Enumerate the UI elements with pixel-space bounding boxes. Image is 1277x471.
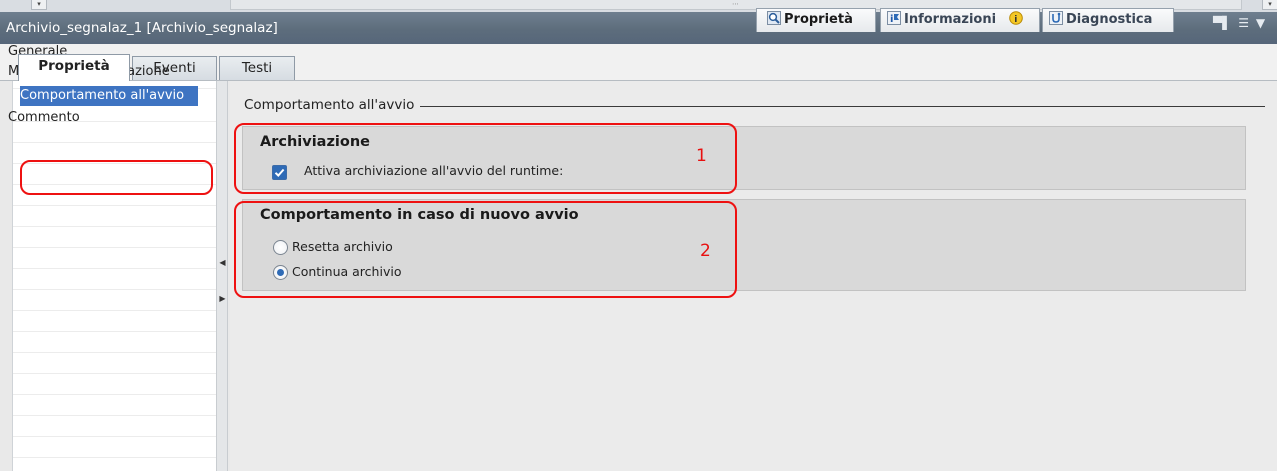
inspector-tab-label: Proprietà <box>784 12 853 27</box>
inspector-tab-diagnostica[interactable]: Diagnostica <box>1042 8 1174 32</box>
window-controls: ▀▌ ☰ ▼ <box>1213 16 1265 30</box>
info-warning-icon: i <box>1008 11 1023 25</box>
inspector-tab-label: Informazioni <box>904 12 997 27</box>
strip-scroll-down-button[interactable]: ▾ <box>31 0 47 10</box>
panel-splitter[interactable]: ◀ ▶ <box>216 81 228 471</box>
nav-item-comportamento[interactable]: Comportamento all'avvio <box>20 86 198 106</box>
window-title: Archivio_segnalaz_1 [Archivio_segnalaz] <box>6 20 278 36</box>
annotation-number-2: 2 <box>700 241 711 261</box>
annotation-highlight-nav <box>20 160 213 195</box>
collapse-chevron-icon[interactable]: ▼ <box>1256 16 1265 30</box>
scrollbar-grip[interactable]: ⋯ <box>231 0 1241 8</box>
annotation-number-1: 1 <box>696 146 707 166</box>
svg-text:i: i <box>890 14 893 25</box>
section-heading: Comportamento all'avvio <box>244 97 421 113</box>
inspector-tab-proprieta[interactable]: Proprietà <box>756 8 876 32</box>
magnifier-icon <box>767 11 781 25</box>
collapse-left-arrow-icon[interactable]: ◀ <box>219 255 226 271</box>
tab-proprieta[interactable]: Proprietà <box>18 54 130 81</box>
nav-item-commento[interactable]: Commento <box>8 108 196 128</box>
inspector-tab-label: Diagnostica <box>1066 12 1153 27</box>
expand-right-arrow-icon[interactable]: ▶ <box>219 291 226 307</box>
annotation-highlight-group2 <box>234 201 737 298</box>
inspector-tab-informazioni[interactable]: i Informazioni i <box>880 8 1040 32</box>
diagnostics-icon <box>1049 11 1063 25</box>
annotation-highlight-group1 <box>234 123 737 194</box>
tab-testi[interactable]: Testi <box>219 56 295 80</box>
nav-row-lines <box>13 81 217 471</box>
layout-menu-icon[interactable]: ☰ <box>1238 16 1249 30</box>
float-window-icon[interactable]: ▀▌ <box>1213 16 1231 30</box>
property-navigation <box>12 81 217 471</box>
strip-scroll-up-button[interactable]: ▾ <box>1262 0 1277 10</box>
svg-text:i: i <box>1014 15 1017 25</box>
info-flag-icon: i <box>887 11 901 25</box>
